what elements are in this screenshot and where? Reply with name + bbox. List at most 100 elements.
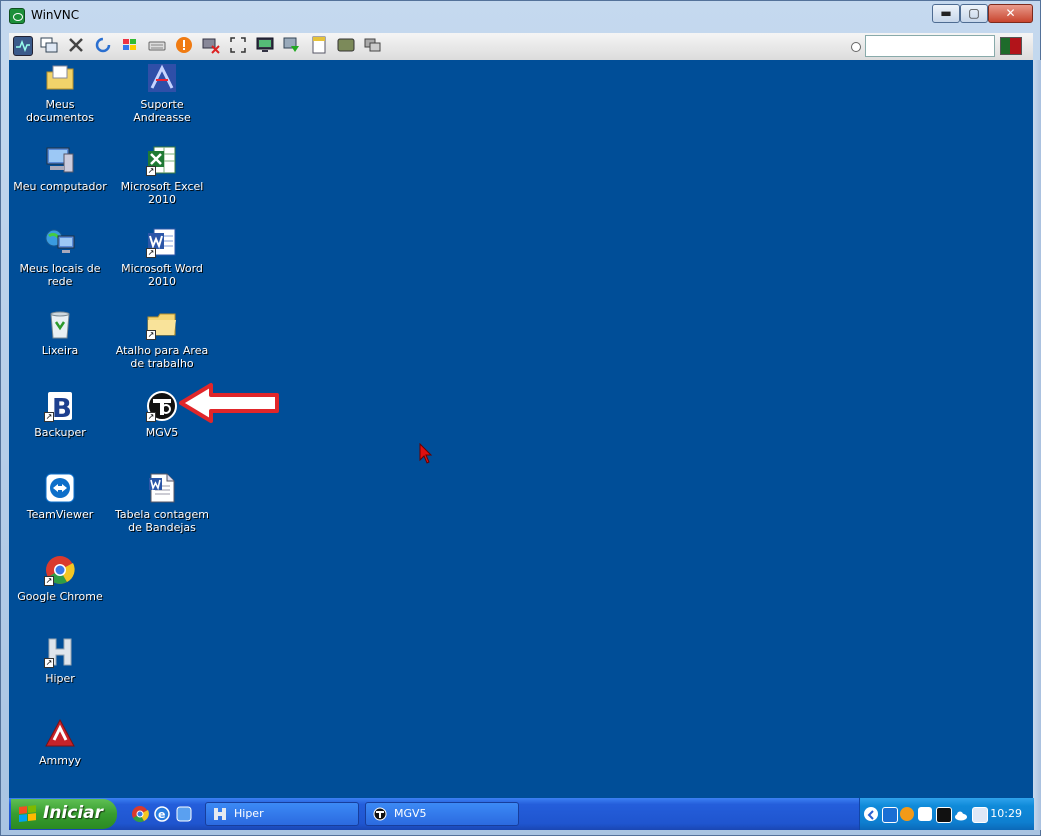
mgv5-small-icon (373, 807, 387, 821)
backuper-icon: B ↗ (44, 390, 76, 424)
folder-documents-icon (44, 62, 76, 94)
desktop-icon-label: Microsoft Excel 2010 (120, 180, 204, 206)
taskbar-button-label: Hiper (234, 807, 264, 820)
tray-expand-icon[interactable] (864, 807, 878, 821)
tray-terminal-icon[interactable] (936, 807, 952, 823)
alert-icon[interactable] (174, 36, 194, 56)
desktop-icon-label: TeamViewer (26, 508, 94, 521)
desktop-icon-label: Microsoft Word 2010 (121, 262, 203, 288)
hiper-small-icon (214, 808, 226, 820)
vnc-toolbar (9, 33, 1033, 61)
desktop-icon-label: Meus documentos (26, 98, 94, 124)
excel-icon: ↗ (146, 144, 178, 176)
maximize-button[interactable]: ▢ (960, 4, 988, 23)
shortcut-arrow-icon: ↗ (44, 412, 54, 422)
desktop-icon-label: Hiper (45, 672, 75, 685)
desktop-icon-meus-documentos[interactable]: Meus documentos (10, 62, 110, 124)
desktop-icon-suporte-andreasse[interactable]: Suporte Andreasse (112, 62, 212, 124)
desktop-icon-meu-computador[interactable]: Meu computador (10, 144, 110, 193)
svg-text:e: e (158, 808, 165, 821)
system-tray: 10:29 (859, 798, 1034, 830)
desktop-icon-label: Backuper (34, 426, 86, 439)
computer-icon (44, 144, 76, 176)
tools-icon[interactable] (66, 36, 86, 56)
option-radio[interactable] (851, 42, 861, 52)
taskbar-button-hiper[interactable]: Hiper (205, 802, 359, 826)
document-icon[interactable] (309, 36, 329, 56)
support-icon (146, 62, 178, 94)
options-icon[interactable] (13, 36, 33, 56)
shortcut-arrow-icon: ↗ (44, 576, 54, 586)
desktop-icon-backuper[interactable]: B ↗ Backuper (10, 390, 110, 439)
desktop-icon-label: Meus locais de rede (19, 262, 101, 288)
desktop-icon-lixeira[interactable]: Lixeira (10, 308, 110, 357)
recycle-bin-icon (44, 308, 76, 340)
screen-icon[interactable] (336, 36, 356, 56)
desktop-icon-tabela-contagem[interactable]: Tabela contagem de Bandejas (112, 472, 212, 534)
tray-network-icon[interactable] (972, 807, 988, 823)
network-icon (44, 226, 76, 258)
start-button[interactable]: Iniciar (11, 799, 117, 829)
desktop-icon-label: Meu computador (13, 180, 107, 193)
tray-teamviewer-icon[interactable] (882, 807, 898, 823)
mouse-cursor-icon (419, 443, 433, 464)
desktop-icon-label: MGV5 (145, 426, 179, 439)
quicklaunch-ie-icon[interactable]: e (153, 805, 171, 823)
status-flag-icon (1000, 37, 1022, 55)
tray-app-icon[interactable] (918, 807, 932, 821)
svg-text:B: B (52, 394, 72, 422)
desktop-icon-label: Lixeira (41, 344, 79, 357)
hiper-icon: ↗ (44, 636, 76, 668)
window-title: WinVNC (31, 8, 80, 22)
desktop-icon-microsoft-excel[interactable]: ↗ Microsoft Excel 2010 (112, 144, 212, 206)
desktop-icon-microsoft-word[interactable]: ↗ Microsoft Word 2010 (112, 226, 212, 288)
chat-icon[interactable] (363, 36, 383, 56)
red-arrow-annotation-icon (179, 383, 279, 423)
windows-logo-icon[interactable] (120, 36, 140, 56)
shortcut-arrow-icon: ↗ (146, 412, 156, 422)
close-button[interactable]: ✕ (988, 4, 1033, 23)
shortcut-arrow-icon: ↗ (146, 248, 156, 258)
desktop-icon-google-chrome[interactable]: ↗ Google Chrome (10, 554, 110, 603)
keyboard-icon[interactable] (147, 36, 167, 56)
quicklaunch-chrome-icon[interactable] (131, 805, 149, 823)
taskbar-button-mgv5[interactable]: MGV5 (365, 802, 519, 826)
vnc-window: WinVNC ▬ ▢ ✕ Meus documentos Meu computa… (0, 0, 1041, 836)
desktop-icon-hiper[interactable]: ↗ Hiper (10, 636, 110, 685)
start-label: Iniciar (43, 803, 104, 823)
tray-cloud-icon[interactable] (954, 807, 968, 821)
remote-desktop[interactable]: Meus documentos Meu computador Meus loca… (9, 60, 1033, 798)
desktop-icon-teamviewer[interactable]: TeamViewer (10, 472, 110, 521)
desktop-icon-label: Ammyy (39, 754, 81, 767)
quicklaunch-app-icon[interactable] (175, 805, 193, 823)
tray-update-icon[interactable] (900, 807, 914, 821)
shortcut-arrow-icon: ↗ (146, 330, 156, 340)
monitor-icon[interactable] (255, 36, 275, 56)
minimize-button[interactable]: ▬ (932, 4, 960, 23)
title-bar[interactable]: WinVNC ▬ ▢ ✕ (1, 1, 1040, 31)
copy-window-icon[interactable] (39, 36, 59, 56)
refresh-icon[interactable] (93, 36, 113, 56)
disconnect-icon[interactable] (201, 36, 221, 56)
desktop-icon-meus-locais-de-rede[interactable]: Meus locais de rede (10, 226, 110, 288)
shortcut-arrow-icon: ↗ (44, 658, 54, 668)
window-right-border (1033, 60, 1041, 830)
mgv5-icon: ↗ (146, 390, 178, 422)
shortcut-arrow-icon: ↗ (146, 166, 156, 176)
folder-icon: ↗ (146, 308, 178, 340)
taskbar-button-label: MGV5 (394, 807, 427, 820)
word-icon: ↗ (146, 226, 178, 258)
clock: 10:29 (990, 807, 1022, 820)
desktop-icon-ammyy[interactable]: Ammyy (10, 718, 110, 767)
desktop-icon-label: Suporte Andreasse (133, 98, 191, 124)
ammyy-icon (44, 718, 76, 750)
teamviewer-icon (44, 472, 76, 504)
taskbar: Iniciar e Hiper MGV5 10:29 (9, 798, 1034, 830)
desktop-icon-label: Atalho para Area de trabalho (115, 344, 209, 370)
winvnc-app-icon (9, 8, 25, 24)
transfer-icon[interactable] (282, 36, 302, 56)
desktop-icon-atalho-area-de-trabalho[interactable]: ↗ Atalho para Area de trabalho (112, 308, 212, 370)
toolbar-input[interactable] (865, 35, 995, 57)
fullscreen-icon[interactable] (228, 36, 248, 56)
desktop-icon-label: Google Chrome (17, 590, 103, 603)
